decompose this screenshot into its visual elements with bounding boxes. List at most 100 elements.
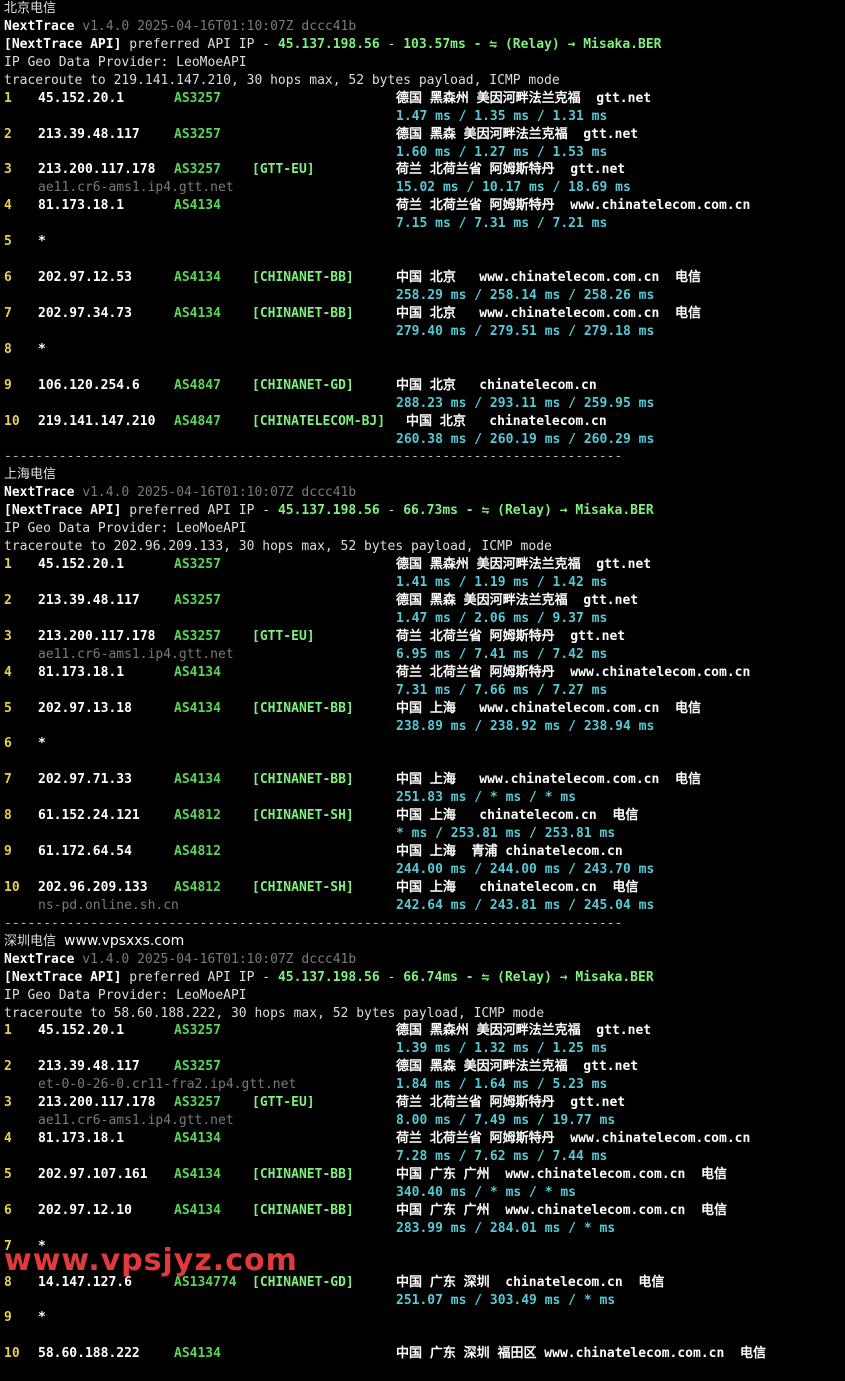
- hop-ip: 202.97.12.53: [38, 270, 132, 286]
- hop-geo: 中国 广东 广州 www.chinatelecom.com.cn 电信: [396, 1166, 727, 1182]
- hop-rtt: 15.02 ms / 10.17 ms / 18.69 ms: [396, 180, 631, 196]
- hop-ip: 81.173.18.1: [38, 198, 125, 214]
- hop-ip: 202.97.107.161: [38, 1166, 148, 1182]
- hop-geo: 德国 黑森州 美因河畔法兰克福 gtt.net: [396, 1023, 652, 1039]
- hop-as: AS4134: [174, 772, 221, 788]
- hop-geo: 中国 北京 www.chinatelecom.com.cn 电信: [396, 305, 701, 321]
- hop-as: AS4847: [174, 377, 221, 393]
- hop-ip: 219.141.147.210: [38, 413, 156, 429]
- hop-detail-row: 260.38 ms / 260.19 ms / 260.29 ms: [4, 431, 845, 449]
- hop-ip: 61.172.64.54: [38, 844, 132, 860]
- hop-detail-row: [4, 251, 845, 269]
- hop-tag: [CHINANET-SH]: [252, 879, 354, 895]
- section-title: 北京电信: [4, 0, 845, 18]
- api-text: preferred API IP -: [121, 503, 278, 519]
- api-label: [NextTrace API]: [4, 969, 122, 985]
- hop-detail-row: [4, 1363, 845, 1381]
- hop-row: 5 202.97.13.18 AS4134 [CHINANET-BB] 中国 上海 ww…: [4, 700, 845, 718]
- hop-geo: 中国 北京 chinatelecom.cn: [406, 413, 607, 429]
- hop-rtt: 1.41 ms / 1.19 ms / 1.42 ms: [396, 575, 608, 590]
- hop-row: 4 81.173.18.1 AS4134 荷兰 北荷兰省 阿姆斯特丹 www.chin…: [4, 1130, 845, 1148]
- hop-row: 3 213.200.117.178 AS3257 [GTT-EU] 荷兰 北荷兰省 阿姆…: [4, 1094, 845, 1112]
- section-title-text: 深圳电信: [4, 933, 57, 949]
- hop-geo: 德国 黑森州 美因河畔法兰克福 gtt.net: [396, 90, 652, 106]
- version-line: NextTrace v1.4.0 2025-04-16T01:10:07Z dc…: [4, 18, 845, 36]
- hop-detail-row: ae11.cr6-ams1.ip4.gtt.net 6.95 ms / 7.41 …: [4, 646, 845, 664]
- hop-rtt: 340.40 ms / * ms / * ms: [396, 1184, 577, 1200]
- hop-number: 2: [4, 592, 12, 608]
- hop-tag: [CHINANET-BB]: [252, 772, 354, 788]
- hop-geo: 荷兰 北荷兰省 阿姆斯特丹 www.chinatelecom.com.cn: [396, 1131, 751, 1147]
- terminal-output: 北京电信 NextTrace v1.4.0 2025-04-16T01:10:07…: [0, 0, 845, 1381]
- hop-as: AS3257: [174, 628, 221, 644]
- section-title: 上海电信: [4, 466, 845, 484]
- hop-row: 6 *: [4, 735, 845, 753]
- hop-as: AS4134: [174, 1166, 221, 1182]
- hop-row: 10 58.60.188.222 AS4134 中国 广东 深圳 福田区 www.ch…: [4, 1345, 845, 1363]
- hop-rtt: 288.23 ms / 293.11 ms / 259.95 ms: [396, 395, 655, 411]
- hop-ip: 202.97.13.18: [38, 700, 132, 716]
- hop-rtt: 7.28 ms / 7.62 ms / 7.44 ms: [396, 1149, 608, 1164]
- hop-geo: 荷兰 北荷兰省 阿姆斯特丹 gtt.net: [396, 162, 626, 178]
- hop-as: AS3257: [174, 557, 221, 573]
- hop-rtt: 7.15 ms / 7.31 ms / 7.21 ms: [396, 216, 608, 232]
- hop-detail-row: ns-pd.online.sh.cn 242.64 ms / 243.81 ms …: [4, 897, 845, 915]
- hop-geo: 德国 黑森 美因河畔法兰克福 gtt.net: [396, 592, 639, 608]
- hop-ip: 202.97.71.33: [38, 772, 132, 788]
- section-site: www.vpsxxs.com: [64, 932, 185, 949]
- hop-detail-row: [4, 753, 845, 771]
- traceroute-text: traceroute to 202.96.209.133, 30 hops ma…: [4, 539, 552, 555]
- hop-detail-row: ae11.cr6-ams1.ip4.gtt.net 15.02 ms / 10.1…: [4, 179, 845, 197]
- hop-number: 1: [4, 557, 12, 573]
- hop-rdns: ae11.cr6-ams1.ip4.gtt.net: [38, 180, 234, 196]
- hop-geo: 中国 广东 深圳 福田区 www.chinatelecom.com.cn 电信: [396, 1346, 766, 1362]
- hop-as: AS4134: [174, 270, 221, 286]
- app-name: NextTrace: [4, 951, 75, 967]
- hop-detail-row: 288.23 ms / 293.11 ms / 259.95 ms: [4, 395, 845, 413]
- hop-rtt: 8.00 ms / 7.49 ms / 19.77 ms: [396, 1113, 616, 1129]
- relay-text: - ⇋ (Relay) → Misaka.BER: [457, 969, 654, 985]
- hop-detail-row: 251.07 ms / 303.49 ms / * ms: [4, 1292, 845, 1310]
- hop-detail-row: 340.40 ms / * ms / * ms: [4, 1184, 845, 1202]
- relay-text: - ⇋ (Relay) → Misaka.BER: [465, 36, 662, 52]
- hop-number: 4: [4, 664, 12, 680]
- hop-ip: 213.200.117.178: [38, 162, 156, 178]
- hop-ip: 81.173.18.1: [38, 1131, 125, 1147]
- hop-rtt: 251.83 ms / * ms / * ms: [396, 790, 577, 806]
- hop-detail-row: ae11.cr6-ams1.ip4.gtt.net 8.00 ms / 7.49 …: [4, 1112, 845, 1130]
- traceroute-line: traceroute to 58.60.188.222, 30 hops max…: [4, 1005, 845, 1023]
- hop-rdns: ns-pd.online.sh.cn: [38, 897, 179, 913]
- hop-number: 3: [4, 628, 12, 644]
- hop-tag: [CHINANET-BB]: [252, 270, 354, 286]
- hop-tag: [CHINANET-BB]: [252, 1202, 354, 1218]
- geo-provider-text: IP Geo Data Provider: LeoMoeAPI: [4, 987, 247, 1003]
- hop-rtt: * ms / 253.81 ms / 253.81 ms: [396, 826, 616, 842]
- hop-tag: [CHINATELECOM-BJ]: [252, 413, 386, 429]
- hop-number: 5: [4, 1166, 12, 1182]
- hop-rtt: 7.31 ms / 7.66 ms / 7.27 ms: [396, 682, 608, 698]
- hop-rtt: 1.47 ms / 2.06 ms / 9.37 ms: [396, 610, 608, 626]
- hop-as: AS3257: [174, 90, 221, 106]
- hop-ip: *: [38, 736, 46, 752]
- hop-ip: 213.39.48.117: [38, 592, 140, 608]
- api-latency: 66.73ms: [403, 503, 458, 519]
- hop-geo: 德国 黑森 美因河畔法兰克福 gtt.net: [396, 126, 639, 142]
- hop-number: 2: [4, 1059, 12, 1075]
- hop-detail-row: [4, 1327, 845, 1345]
- hop-row: 2 213.39.48.117 AS3257 德国 黑森 美因河畔法兰克福 gtt.n…: [4, 1058, 845, 1076]
- hop-number: 4: [4, 1131, 12, 1147]
- hop-rtt: 1.84 ms / 1.64 ms / 5.23 ms: [396, 1077, 608, 1093]
- hop-rdns: et-0-0-26-0.cr11-fra2.ip4.gtt.net: [38, 1077, 297, 1093]
- api-label: [NextTrace API]: [4, 36, 122, 52]
- hop-detail-row: [4, 359, 845, 377]
- api-dash: -: [379, 503, 404, 519]
- hop-detail-row: 244.00 ms / 244.00 ms / 243.70 ms: [4, 861, 845, 879]
- section-title: 深圳电信 www.vpsxxs.com: [4, 933, 845, 951]
- hop-as: AS4134: [174, 198, 221, 214]
- hop-row: 6 202.97.12.10 AS4134 [CHINANET-BB] 中国 广东 广州…: [4, 1202, 845, 1220]
- hop-ip: 81.173.18.1: [38, 664, 125, 680]
- hop-number: 3: [4, 162, 12, 178]
- hop-geo: 中国 广东 深圳 chinatelecom.cn 电信: [396, 1274, 665, 1290]
- hop-row: 3 213.200.117.178 AS3257 [GTT-EU] 荷兰 北荷兰省 阿姆…: [4, 161, 845, 179]
- relay-text: - ⇋ (Relay) → Misaka.BER: [457, 503, 654, 519]
